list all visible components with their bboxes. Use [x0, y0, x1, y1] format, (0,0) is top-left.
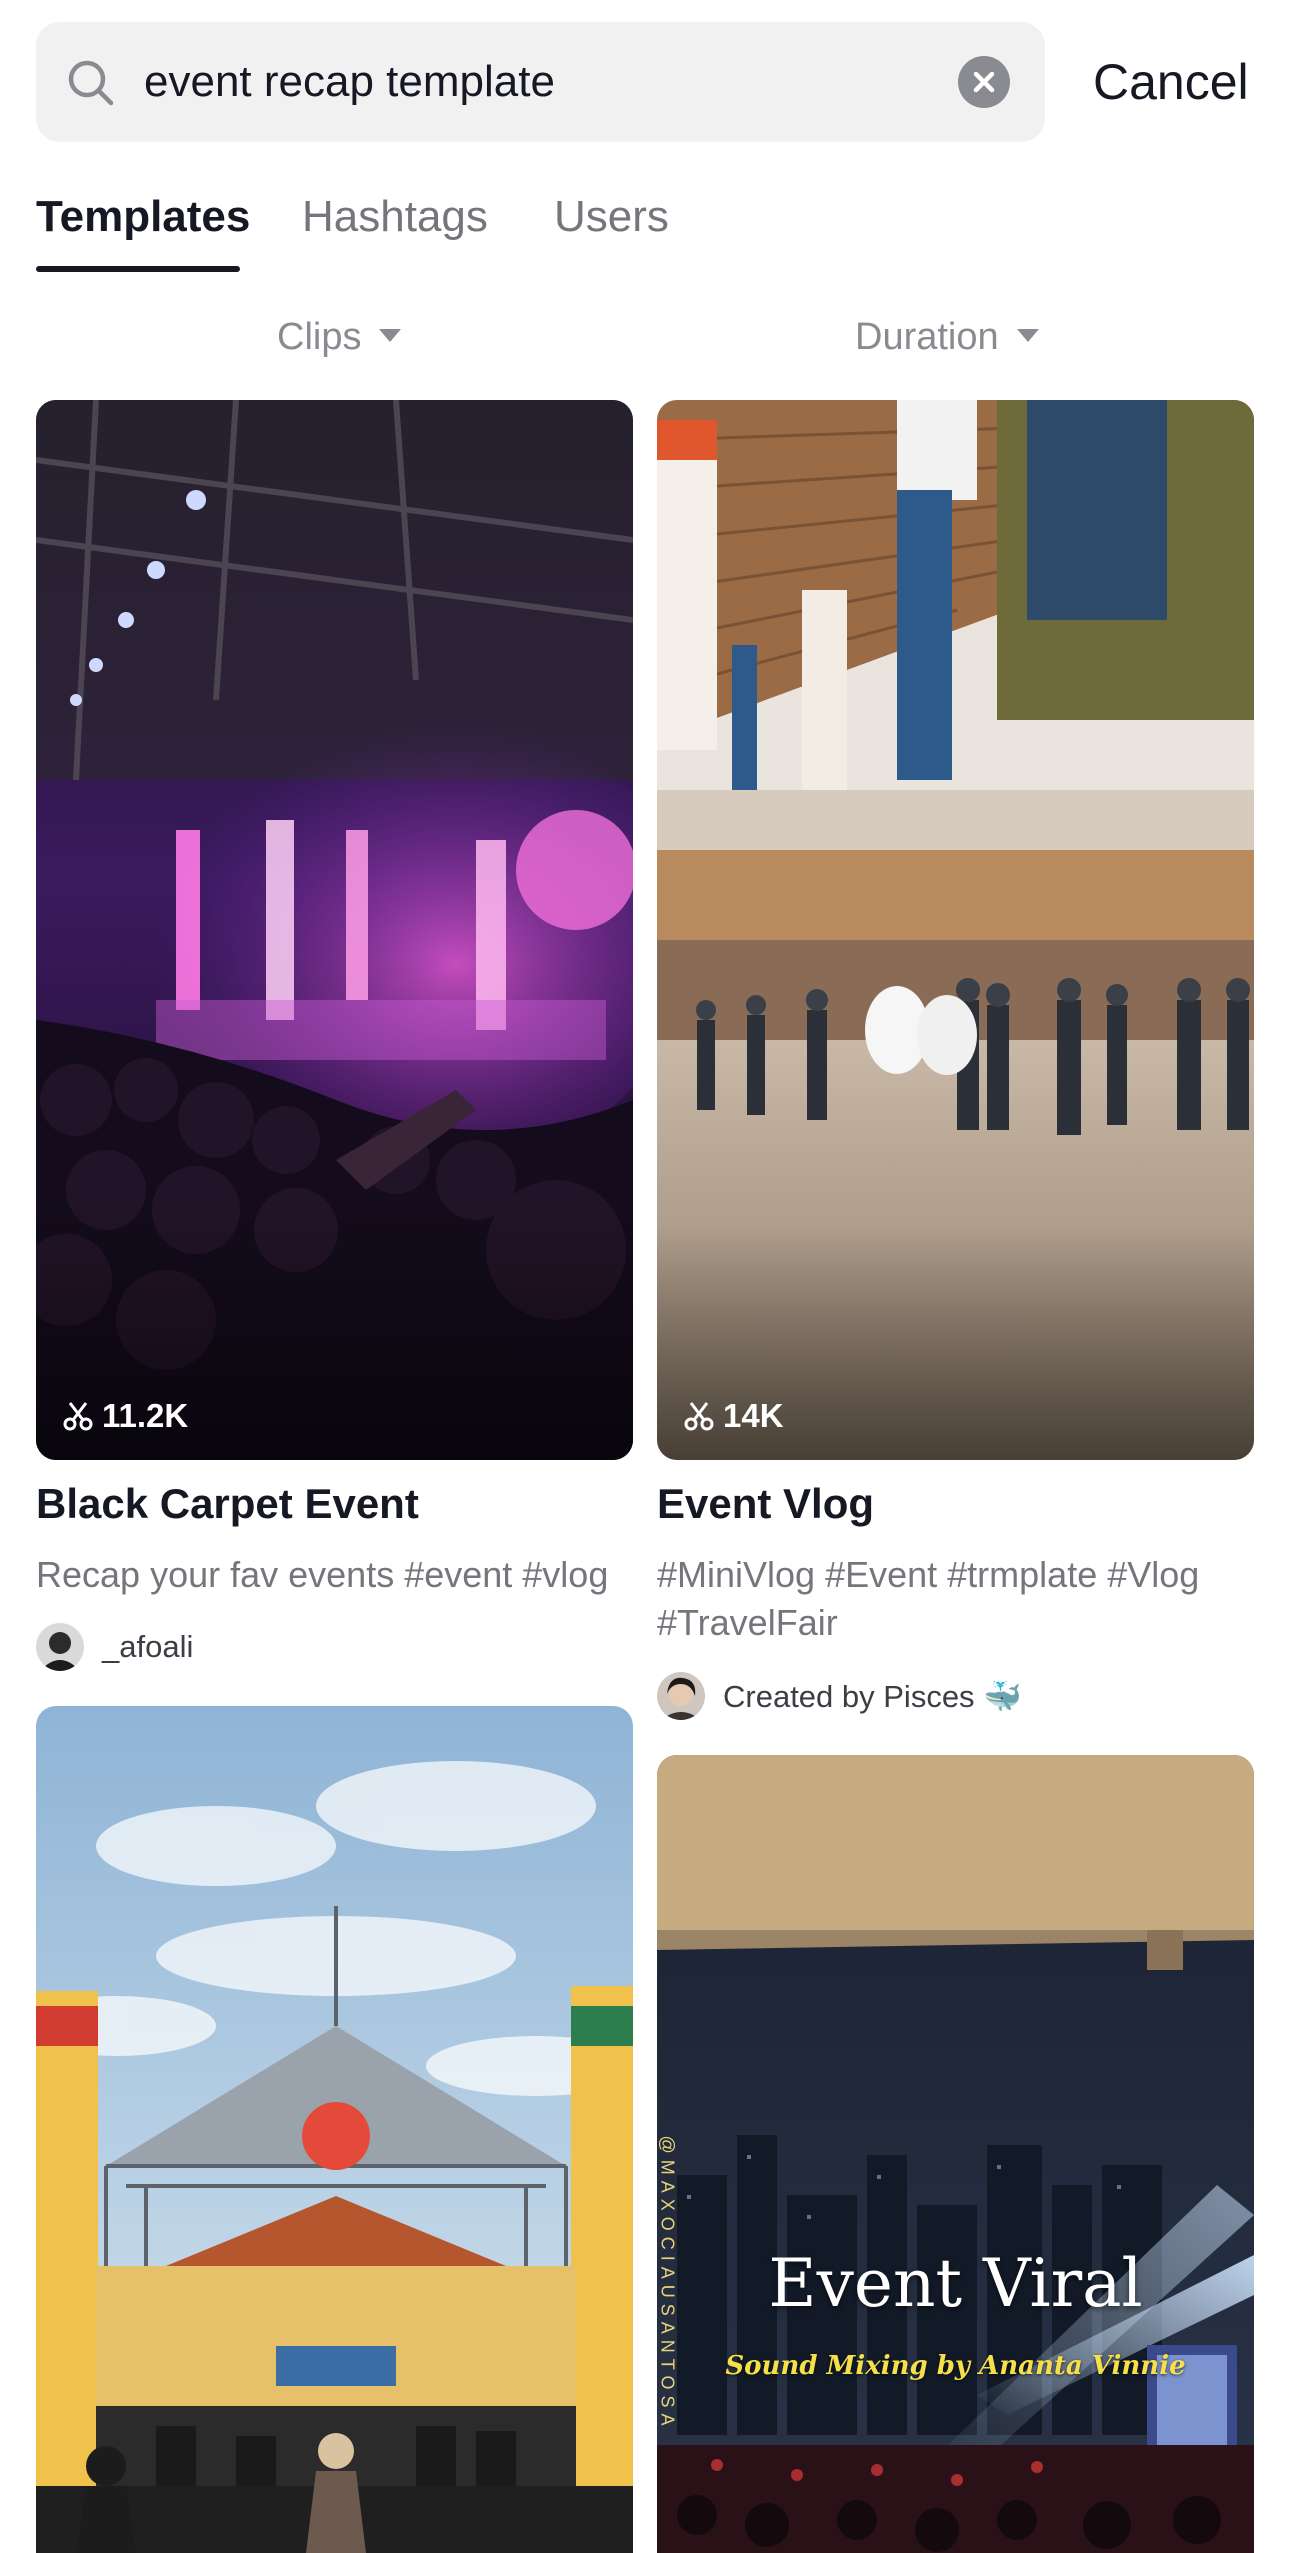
search-bar[interactable]: event recap template	[36, 22, 1045, 142]
clips-filter-dropdown[interactable]: Clips	[277, 312, 402, 362]
clips-filter-label: Clips	[277, 316, 362, 358]
uses-count: 14K	[683, 1394, 784, 1438]
overlay-title: Event Viral	[768, 2245, 1143, 2322]
convention-hall-image	[657, 400, 1254, 1460]
uses-count: 11.2K	[62, 1394, 188, 1438]
template-author[interactable]: Created by Pisces 🐳	[657, 1672, 1022, 1720]
template-title[interactable]: Black Carpet Event	[36, 1480, 419, 1528]
overlay-subtitle: Sound Mixing by Ananta Vinnie	[725, 2351, 1186, 2381]
uses-count-text: 14K	[723, 1397, 784, 1434]
cancel-button[interactable]: Cancel	[1093, 22, 1249, 142]
template-thumbnail-event-viral[interactable]: Event Viral Sound Mixing by Ananta Vinni…	[657, 1755, 1254, 2553]
outdoor-stage-image	[36, 1706, 633, 2553]
tab-hashtags[interactable]: Hashtags	[302, 182, 488, 252]
tab-users[interactable]: Users	[554, 182, 669, 252]
search-input[interactable]: event recap template	[144, 22, 555, 142]
duration-filter-label: Duration	[855, 316, 999, 358]
author-name: Created by Pisces 🐳	[723, 1678, 1022, 1714]
overlay-side-text: @MAXOCIAUSANTOSA	[657, 2135, 678, 2432]
author-name: _afoali	[102, 1629, 194, 1664]
tab-templates[interactable]: Templates	[36, 182, 250, 252]
uses-count-text: 11.2K	[102, 1397, 189, 1434]
concert-image	[36, 400, 633, 1460]
template-thumbnail-event-vlog[interactable]: 14K	[657, 400, 1254, 1460]
template-author[interactable]: _afoali	[36, 1623, 193, 1671]
chevron-down-icon	[1016, 329, 1039, 343]
template-thumbnail-black-carpet-event[interactable]: 11.2K	[36, 400, 633, 1460]
clear-search-icon[interactable]	[958, 56, 1010, 108]
avatar	[36, 1623, 84, 1671]
avatar	[657, 1672, 705, 1720]
active-tab-indicator	[36, 266, 240, 272]
chevron-down-icon	[379, 329, 402, 343]
duration-filter-dropdown[interactable]: Duration	[855, 312, 1039, 362]
scissors-icon	[63, 1402, 93, 1431]
template-thumbnail-stage[interactable]	[36, 1706, 633, 2553]
search-icon	[68, 60, 114, 106]
night-event-image	[657, 1755, 1254, 2553]
scissors-icon	[684, 1402, 714, 1431]
template-title[interactable]: Event Vlog	[657, 1480, 874, 1528]
template-description: #MiniVlog #Event #trmplate #Vlog #Travel…	[657, 1554, 1200, 1643]
template-description: Recap your fav events #event #vlog	[36, 1554, 609, 1595]
